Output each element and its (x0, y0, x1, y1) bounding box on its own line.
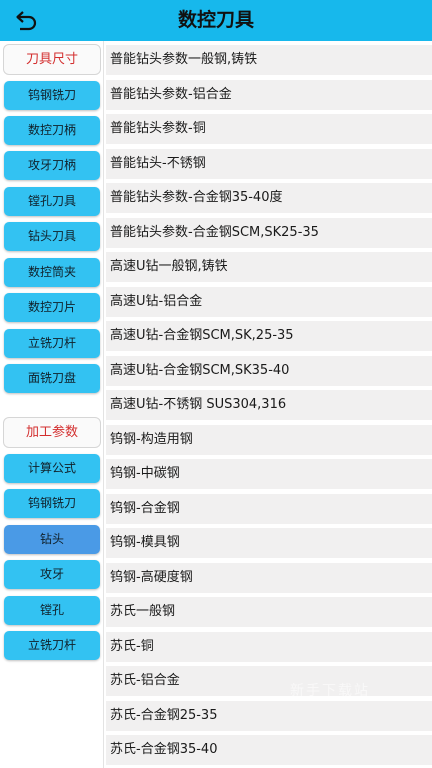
list-item[interactable]: 普能钻头参数-铝合金 (106, 79, 432, 110)
list-item[interactable]: 钨钢-模具钢 (106, 528, 432, 558)
list-item[interactable]: 高速U钻-铝合金 (106, 286, 432, 317)
section-header-tool-size: 刀具尺寸 (3, 44, 101, 75)
section-header-machining-params: 加工参数 (3, 417, 101, 448)
sidebar-item-formula[interactable]: 计算公式 (4, 454, 100, 483)
list-item[interactable]: 高速U钻-不锈钢 SUS304,316 (106, 390, 432, 420)
sidebar-item-insert[interactable]: 数控刀片 (4, 293, 100, 322)
list-item[interactable]: 普能钻头参数-合金钢SCM,SK25-35 (106, 217, 432, 248)
sidebar-item-boring-params[interactable]: 镗孔 (4, 596, 100, 625)
sidebar-item-tapping-holder[interactable]: 攻牙刀柄 (4, 151, 100, 180)
sidebar-item-tapping-params[interactable]: 攻牙 (4, 560, 100, 589)
list-item[interactable]: 高速U钻-合金钢SCM,SK,25-35 (106, 321, 432, 351)
sidebar-item-boring-tool[interactable]: 镗孔刀具 (4, 187, 100, 216)
list-item[interactable]: 钨钢-中碳钢 (106, 459, 432, 489)
list-item[interactable]: 钨钢-构造用钢 (106, 424, 432, 455)
sidebar-item-carbide-mill[interactable]: 钨钢铣刀 (4, 81, 100, 110)
list-item[interactable]: 普能钻头参数一般钢,铸铁 (106, 45, 432, 75)
sidebar-item-cnc-holder[interactable]: 数控刀柄 (4, 116, 100, 145)
list-item[interactable]: 普能钻头参数-合金钢35-40度 (106, 183, 432, 213)
sidebar-item-end-mill-bar[interactable]: 立铣刀杆 (4, 329, 100, 358)
list-item[interactable]: 钨钢-合金钢 (106, 493, 432, 524)
list-item[interactable]: 苏氏一般钢 (106, 597, 432, 627)
sidebar-item-drill-tool[interactable]: 钻头刀具 (4, 222, 100, 251)
sidebar-item-collet[interactable]: 数控筒夹 (4, 258, 100, 287)
sidebar-item-face-mill[interactable]: 面铣刀盘 (4, 364, 100, 393)
watermark: 新手下载站 (290, 683, 370, 699)
sidebar: 刀具尺寸 钨钢铣刀 数控刀柄 攻牙刀柄 镗孔刀具 钻头刀具 数控筒夹 数控刀片 … (0, 41, 104, 768)
sidebar-item-end-mill-params[interactable]: 立铣刀杆 (4, 631, 100, 660)
list-item[interactable]: 普能钻头参数-铜 (106, 114, 432, 144)
list-item[interactable]: 高速U钻一般钢,铸铁 (106, 252, 432, 282)
drill-params-list: 普能钻头参数一般钢,铸铁 普能钻头参数-铝合金 普能钻头参数-铜 普能钻头-不锈… (106, 45, 432, 768)
list-item[interactable]: 苏氏-铝合金 (106, 666, 432, 696)
list-item[interactable]: 普能钻头-不锈钢 (106, 148, 432, 179)
app-header: 数控刀具 (0, 0, 432, 41)
list-item[interactable]: 苏氏-合金钢35-40 (106, 735, 432, 765)
sidebar-item-carbide-mill-params[interactable]: 钨钢铣刀 (4, 489, 100, 518)
list-item[interactable]: 钨钢-高硬度钢 (106, 562, 432, 593)
list-item[interactable]: 苏氏-铜 (106, 631, 432, 662)
page-title: 数控刀具 (177, 9, 254, 31)
list-item[interactable]: 高速U钻-合金钢SCM,SK35-40 (106, 355, 432, 386)
sidebar-item-drill-params[interactable]: 钻头 (4, 525, 100, 554)
list-item[interactable]: 苏氏-合金钢25-35 (106, 700, 432, 731)
